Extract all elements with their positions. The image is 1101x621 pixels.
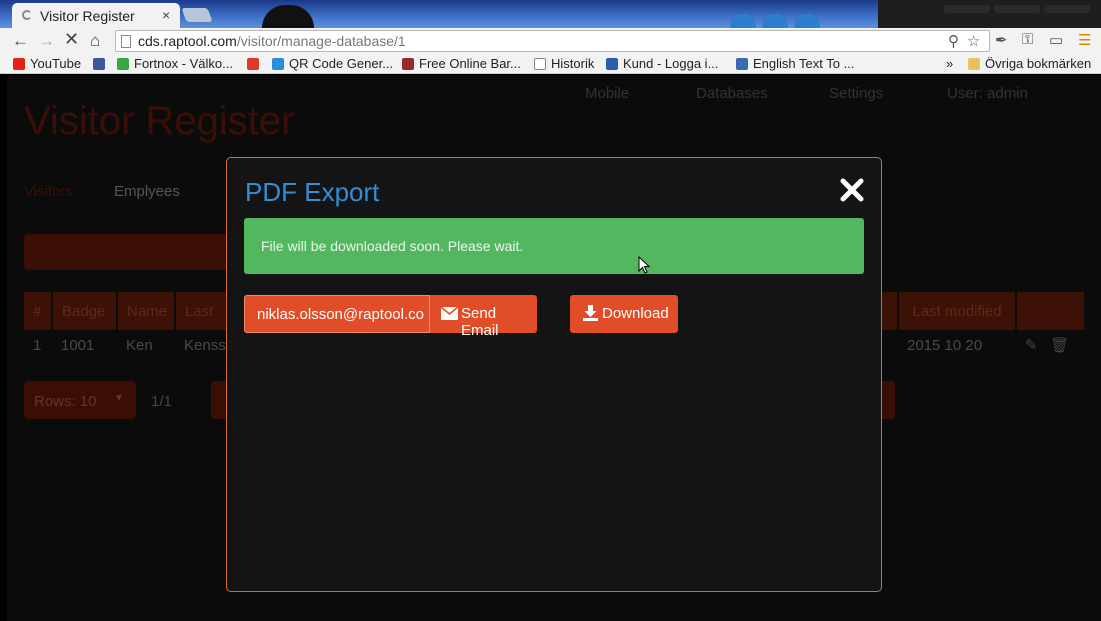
col-number: # — [24, 292, 53, 330]
bookmark-label: Kund - Logga i... — [623, 56, 719, 71]
back-icon[interactable]: ← — [12, 31, 29, 51]
folder-label: Övriga bokmärken — [985, 56, 1092, 71]
bookmark-qr[interactable]: QR Code Gener... — [272, 56, 393, 71]
new-tab-button[interactable] — [181, 8, 213, 22]
eyedropper-icon[interactable]: ✒ — [995, 31, 1008, 49]
download-icon — [736, 58, 748, 70]
url-host: cds.raptool.com — [138, 33, 237, 49]
address-toolbar: ← → ✕ ⌂ cds.raptool.com/visitor/manage-d… — [0, 28, 1101, 54]
col-actions — [1016, 292, 1084, 330]
modal-title: PDF Export — [245, 177, 380, 207]
success-alert: File will be downloaded soon. Please wai… — [244, 218, 864, 274]
background-photo — [262, 5, 314, 28]
home-icon[interactable]: ⌂ — [90, 31, 100, 51]
minimize-button[interactable] — [944, 5, 990, 13]
delete-icon[interactable]: 🗑 — [1050, 337, 1069, 354]
edit-icon[interactable]: ✎ — [1025, 337, 1038, 354]
bookmark-fortnox[interactable]: Fortnox - Välko... — [117, 56, 233, 71]
stop-icon[interactable]: ✕ — [64, 29, 79, 50]
col-last-modified: Last modified — [898, 292, 1017, 330]
tab-employees[interactable]: Emplyees — [114, 183, 180, 200]
bookmark-label: Historik — [551, 56, 595, 71]
nav-user[interactable]: User: admin — [947, 85, 1028, 102]
rows-label: Rows: 10 — [34, 393, 97, 410]
barcode-icon — [402, 58, 414, 70]
bookmark-star-icon[interactable]: ☆ — [967, 32, 980, 50]
v-icon — [247, 58, 259, 70]
facebook-icon — [93, 58, 105, 70]
window-controls — [940, 0, 1101, 13]
browser-tab[interactable]: Visitor Register × — [12, 3, 180, 28]
download-button[interactable]: Download — [570, 295, 678, 333]
cell-number: 1 — [33, 336, 42, 354]
pdf-export-modal: PDF Export File will be downloaded soon.… — [226, 157, 882, 592]
kund-icon — [606, 58, 618, 70]
bookmark-english[interactable]: English Text To ... — [736, 56, 854, 71]
bookmark-label: QR Code Gener... — [289, 56, 394, 71]
forward-icon[interactable]: → — [38, 31, 55, 51]
app-brand: Visitor Register — [24, 99, 295, 143]
search-input[interactable] — [24, 234, 244, 270]
page-icon — [121, 35, 131, 48]
tab-close-button[interactable]: × — [162, 7, 170, 23]
page-icon — [534, 58, 546, 70]
loading-spinner-icon — [22, 10, 32, 20]
email-field[interactable]: niklas.olsson@raptool.co — [244, 295, 430, 333]
url-text: cds.raptool.com/visitor/manage-database/… — [138, 33, 406, 49]
maximize-button[interactable] — [994, 5, 1040, 13]
other-bookmarks-folder[interactable]: Övriga bokmärken — [968, 56, 1091, 71]
close-icon[interactable] — [836, 174, 868, 206]
nav-settings[interactable]: Settings — [829, 85, 883, 102]
bookmark-kund[interactable]: Kund - Logga i... — [606, 56, 718, 71]
qr-icon — [272, 58, 284, 70]
col-badge: Badge — [52, 292, 118, 330]
bookmarks-overflow-button[interactable]: » — [946, 56, 953, 71]
tab-visitors[interactable]: Visitors — [24, 183, 73, 200]
alert-message: File will be downloaded soon. Please wai… — [261, 238, 524, 254]
url-field[interactable]: cds.raptool.com/visitor/manage-database/… — [115, 30, 990, 52]
bookmark-youtube[interactable]: YouTube — [13, 56, 81, 71]
bookmark-v[interactable] — [247, 56, 264, 71]
window-close-button[interactable] — [1044, 5, 1090, 13]
download-icon — [583, 305, 598, 321]
cast-icon[interactable]: ▭ — [1049, 31, 1063, 49]
mouse-cursor-icon — [638, 256, 650, 274]
bookmark-label: Fortnox - Välko... — [134, 56, 233, 71]
bookmark-label: YouTube — [30, 56, 82, 71]
nav-databases[interactable]: Databases — [696, 85, 768, 102]
download-label: Download — [602, 305, 669, 322]
row-actions: ✎ 🗑 — [1016, 330, 1084, 360]
bookmarks-bar: YouTube Fortnox - Välko... QR Code Gener… — [0, 54, 1101, 74]
envelope-icon — [441, 307, 458, 320]
chevron-down-icon: ▼ — [114, 393, 124, 404]
url-path: /visitor/manage-database/1 — [236, 33, 406, 49]
youtube-icon — [13, 58, 25, 70]
nav-mobile[interactable]: Mobile — [585, 85, 629, 102]
tab-title: Visitor Register — [40, 8, 135, 24]
cell-badge: 1001 — [61, 336, 95, 354]
send-email-label: Send Email — [461, 305, 499, 339]
menu-icon[interactable]: ☰ — [1078, 31, 1091, 49]
zoom-icon[interactable]: ⚲ — [948, 32, 959, 50]
fortnox-icon — [117, 58, 129, 70]
browser-tab-strip: Visitor Register × — [0, 0, 1101, 28]
bookmark-historik[interactable]: Historik — [534, 56, 594, 71]
bookmark-label: Free Online Bar... — [419, 56, 521, 71]
folder-icon — [968, 58, 980, 70]
bookmark-barcode[interactable]: Free Online Bar... — [402, 56, 521, 71]
send-email-button[interactable]: Send Email — [430, 295, 537, 339]
col-name: Name — [117, 292, 176, 330]
rows-select[interactable]: Rows: 10 ▼ — [24, 381, 136, 419]
key-icon[interactable]: ⚿ — [1022, 31, 1033, 48]
page-indicator: 1/1 — [151, 393, 172, 410]
cell-modified: 2015 10 20 — [907, 336, 983, 354]
cell-name: Ken — [126, 336, 153, 354]
bookmark-label: English Text To ... — [753, 56, 855, 71]
email-value: niklas.olsson@raptool.co — [257, 306, 424, 323]
bookmark-facebook[interactable] — [93, 56, 110, 71]
